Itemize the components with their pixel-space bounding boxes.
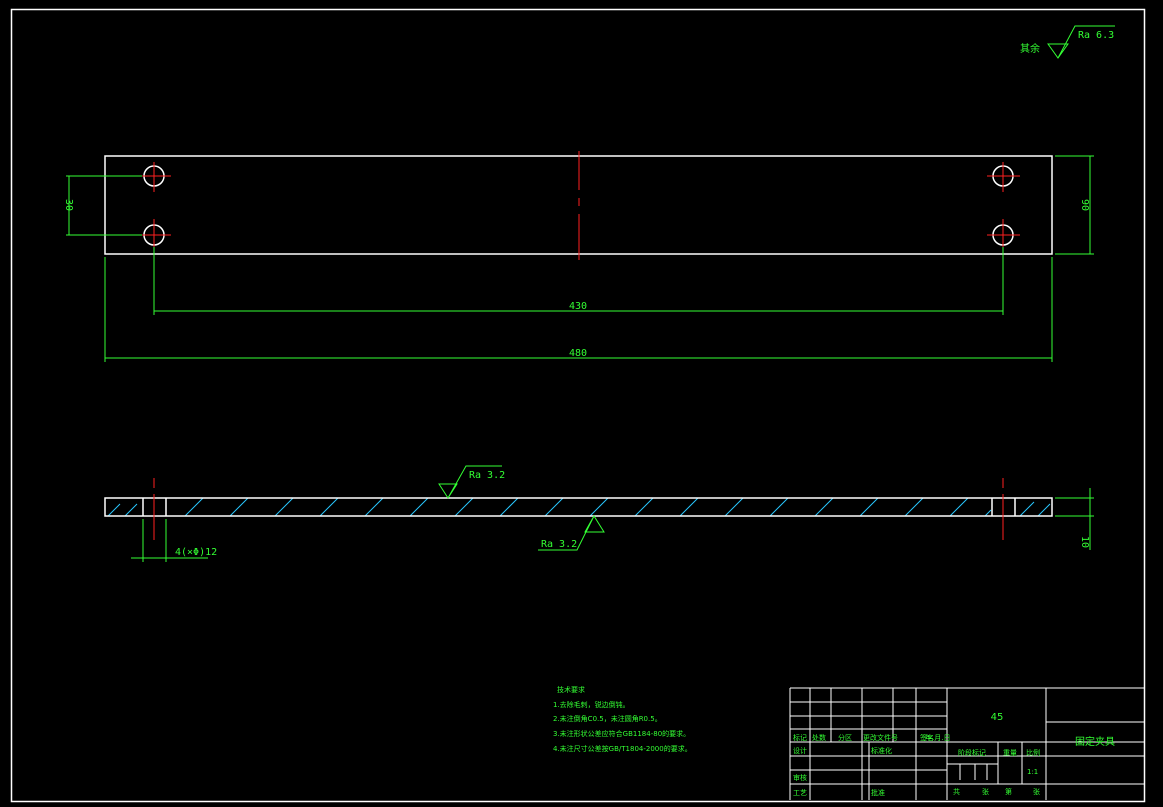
tb-header-zone: 分区 <box>838 733 852 742</box>
mounting-hole-top-left <box>138 162 171 192</box>
tech-req-title: 技术要求 <box>557 685 585 694</box>
roughness-bottom-face: Ra 3.2 <box>538 515 605 551</box>
mounting-hole-bottom-right <box>987 219 1020 250</box>
svg-text:Ra 3.2: Ra 3.2 <box>541 539 577 550</box>
mounting-hole-bottom-left <box>138 219 171 250</box>
title-block: 45 固定夹具 标记 处数 分区 更改文件号 签名 年.月.日 设计 标准化 审… <box>789 687 1144 800</box>
tb-stage-mark: 阶段标记 <box>958 748 986 757</box>
tb-header-change-doc: 更改文件号 <box>863 733 898 742</box>
tb-scale-label: 比例 <box>1026 748 1040 757</box>
svg-text:Ra 3.2: Ra 3.2 <box>469 470 505 481</box>
svg-text:480: 480 <box>569 348 587 359</box>
section-hatch <box>107 497 1051 517</box>
mounting-hole-top-right <box>987 162 1020 192</box>
svg-text:10: 10 <box>1079 536 1090 548</box>
tb-weight: 重量 <box>1003 749 1017 757</box>
svg-text:430: 430 <box>569 301 587 312</box>
tb-process: 工艺 <box>793 789 807 797</box>
dimension-plate-height: 90 <box>1055 155 1094 255</box>
roughness-prefix: 其余 <box>1020 42 1040 55</box>
tech-req-item-3: 3.未注形状公差应符合GB1184-80的要求。 <box>553 729 690 738</box>
tb-header-mark: 标记 <box>793 733 807 742</box>
tb-material: 45 <box>991 712 1004 723</box>
svg-text:30: 30 <box>63 199 74 211</box>
roughness-top-face: Ra 3.2 <box>438 465 505 499</box>
dimension-thickness: 10 <box>1055 488 1094 550</box>
dimension-holes: 4(×Φ)12 <box>131 519 217 562</box>
tb-standardization: 标准化 <box>871 746 892 755</box>
tb-sheet-unit-2: 张 <box>1033 787 1040 796</box>
section-view: Ra 3.2 Ra 3.2 4(×Φ)12 10 <box>104 465 1094 562</box>
tb-scale: 1:1 <box>1027 768 1038 776</box>
tb-approve: 批准 <box>871 788 885 797</box>
dimension-hole-spacing-vertical: 30 <box>63 175 142 236</box>
cad-drawing: 其余 Ra 6.3 30 90 430 480 Ra 3.2 Ra 3.2 4(… <box>10 8 1146 803</box>
tb-header-count: 处数 <box>812 733 826 742</box>
roughness-general-label: Ra 6.3 <box>1078 30 1114 41</box>
tb-part-name: 固定夹具 <box>1075 735 1115 748</box>
tb-sheet-no: 第 <box>1005 787 1012 796</box>
front-view: 30 90 430 480 <box>63 151 1094 362</box>
tech-req-item-4: 4.未注尺寸公差按GB/T1804-2000的要求。 <box>553 744 692 753</box>
tb-sheet-unit-1: 张 <box>982 787 989 796</box>
tb-design: 设计 <box>793 746 807 755</box>
tech-req-item-1: 1.去除毛刺，锐边倒钝。 <box>553 700 630 709</box>
drawing-border <box>10 8 1146 803</box>
tb-total-sheets: 共 <box>953 787 960 796</box>
section-outline <box>104 497 1053 517</box>
general-roughness-symbol: 其余 Ra 6.3 <box>1020 25 1115 59</box>
tb-review: 审核 <box>793 773 807 782</box>
tech-req-item-2: 2.未注倒角C0.5，未注圆角R0.5。 <box>553 714 662 723</box>
tb-header-date-visible: 年.月.日 <box>925 733 950 742</box>
svg-text:4(×Φ)12: 4(×Φ)12 <box>175 547 217 558</box>
svg-text:90: 90 <box>1079 199 1090 211</box>
technical-requirements: 技术要求 1.去除毛刺，锐边倒钝。 2.未注倒角C0.5，未注圆角R0.5。 3… <box>553 685 692 753</box>
